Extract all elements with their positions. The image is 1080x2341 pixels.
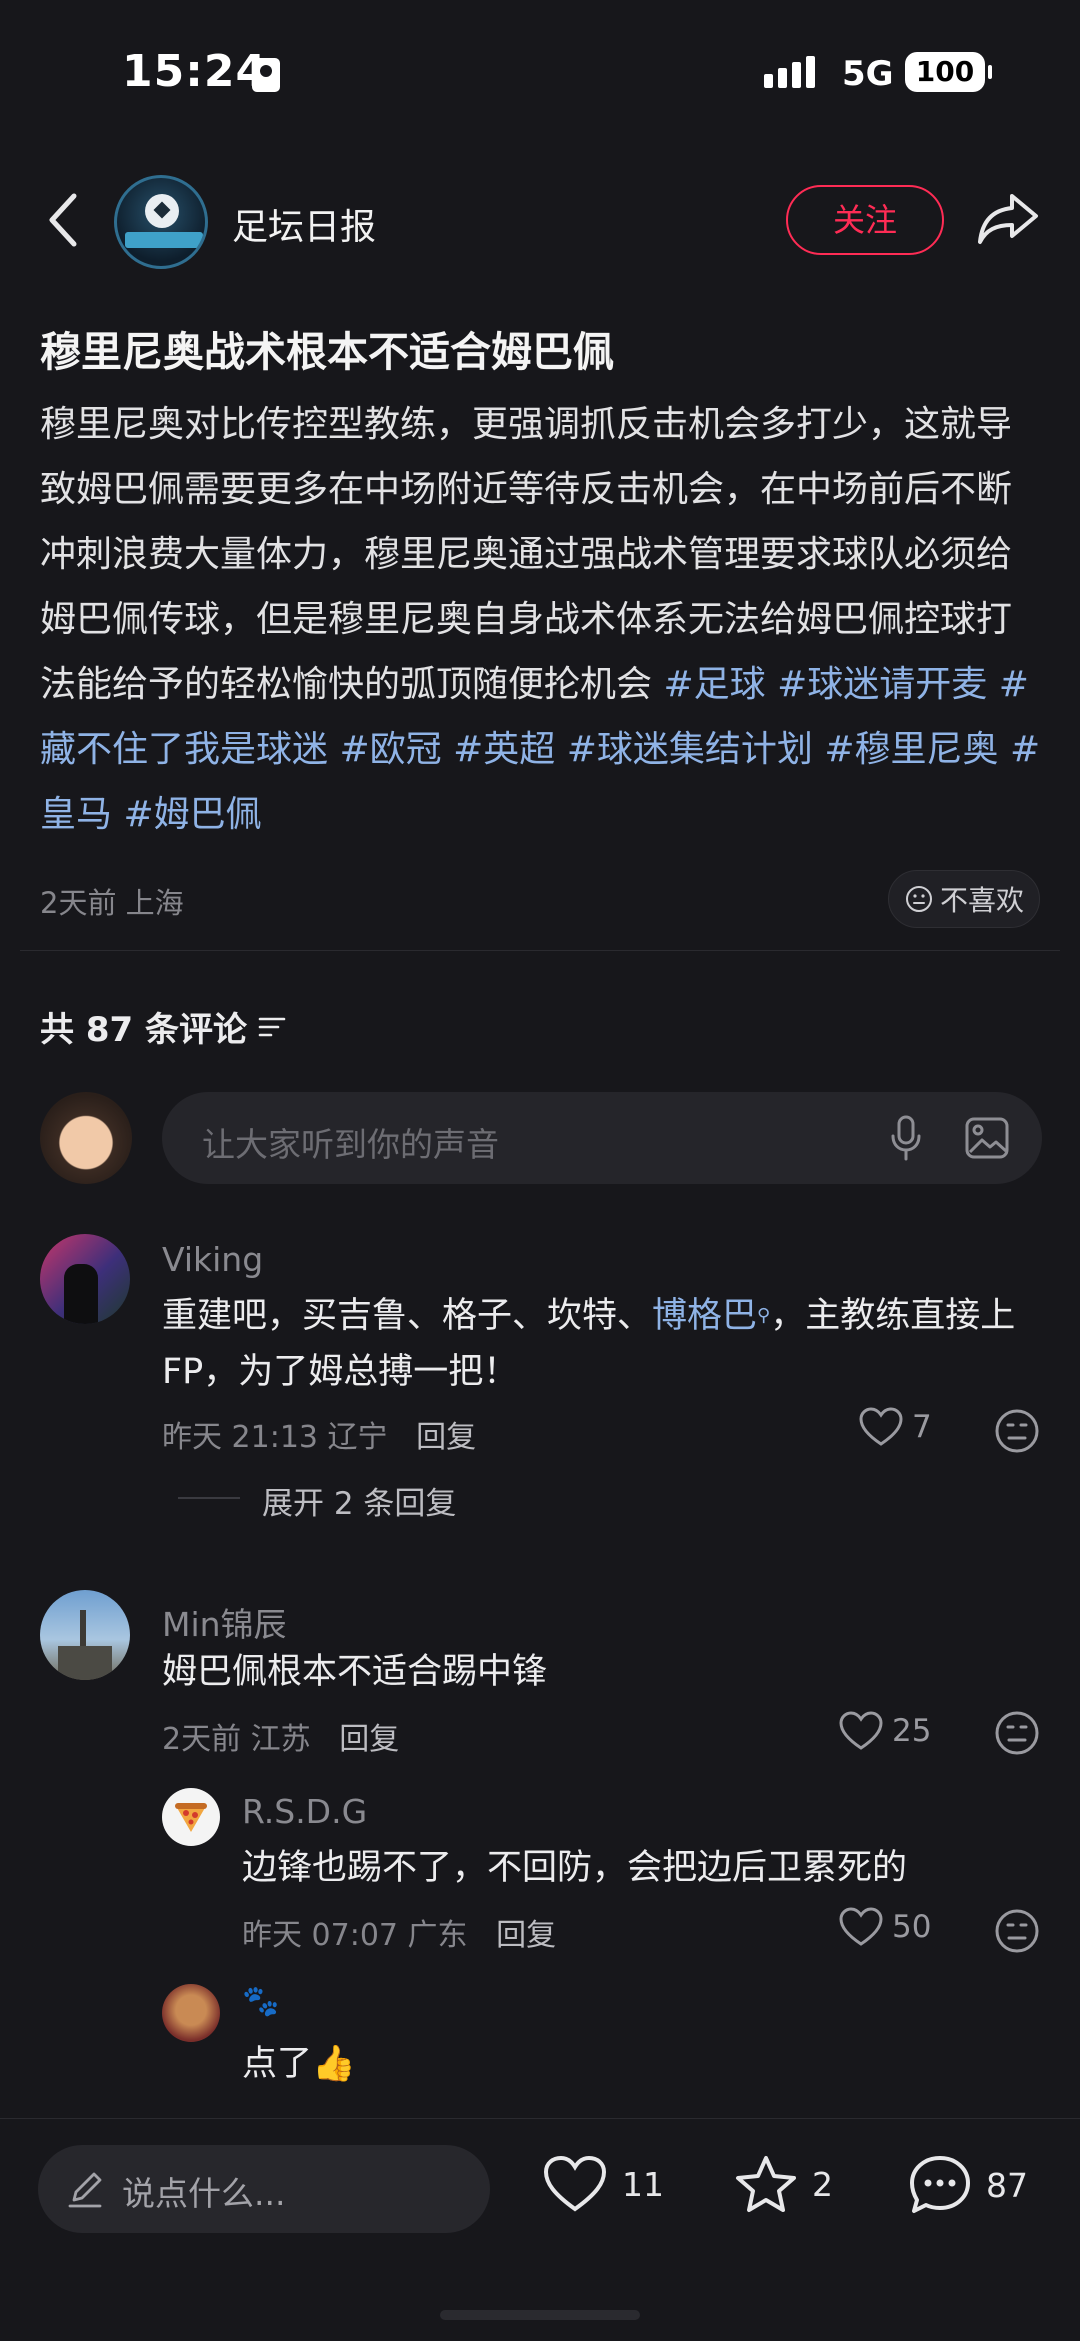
- like-count: 25: [892, 1713, 932, 1749]
- comment-username[interactable]: Viking: [162, 1240, 263, 1279]
- divider: [20, 950, 1060, 951]
- avatar[interactable]: [162, 1984, 220, 2042]
- pencil-icon: [68, 2172, 102, 2208]
- author-avatar[interactable]: [114, 175, 208, 269]
- post-like-count: 11: [622, 2164, 664, 2204]
- like-button[interactable]: 7: [858, 1406, 932, 1448]
- signal-icon: [764, 56, 815, 88]
- id-card-icon: [252, 58, 280, 92]
- star-icon: [736, 2156, 796, 2212]
- microphone-icon[interactable]: [888, 1114, 924, 1162]
- hashtag-link[interactable]: #姆巴佩: [123, 794, 261, 835]
- pizza-icon: [175, 1803, 207, 1832]
- comment-count-label: 共 87 条评论: [40, 1010, 247, 1050]
- my-avatar: [40, 1092, 132, 1184]
- comment-bubble-icon: [910, 2156, 970, 2213]
- comment-meta: 2天前 江苏 回复: [162, 1722, 400, 1757]
- like-button[interactable]: 50: [838, 1906, 931, 1948]
- comment-meta: 昨天 07:07 广东 回复: [242, 1918, 557, 1953]
- comment-username[interactable]: R.S.D.G: [242, 1792, 367, 1831]
- dislike-face-icon[interactable]: [994, 1908, 1040, 1954]
- reply-button[interactable]: 回复: [416, 1420, 476, 1455]
- hashtag-link[interactable]: #穆里尼奥: [824, 729, 998, 770]
- like-button[interactable]: 25: [838, 1710, 931, 1752]
- dislike-button[interactable]: 不喜欢: [888, 870, 1040, 928]
- comment-text: 重建吧，买吉鲁、格子、坎特、博格巴⚲，主教练直接上FP，为了姆总搏一把！: [162, 1296, 1016, 1392]
- soccer-ball-icon: [145, 194, 179, 228]
- back-icon[interactable]: [44, 190, 84, 250]
- post-title: 穆里尼奥战术根本不适合姆巴佩: [40, 328, 614, 376]
- comment-text: 边锋也踢不了，不回防，会把边后卫累死的: [242, 1848, 908, 1888]
- expand-divider: [178, 1497, 240, 1499]
- heart-icon: [543, 2155, 607, 2212]
- expand-replies-button[interactable]: 展开 2 条回复: [262, 1478, 456, 1523]
- hashtag-link[interactable]: #球迷集结计划: [567, 729, 813, 770]
- heart-icon: [839, 1907, 883, 1946]
- reply-button[interactable]: 回复: [339, 1722, 399, 1757]
- reply-button[interactable]: 回复: [496, 1918, 556, 1953]
- hashtag-link[interactable]: #欧冠: [339, 729, 441, 770]
- share-icon[interactable]: [976, 188, 1040, 248]
- heart-icon: [839, 1711, 883, 1750]
- comment-input-placeholder: 让大家听到你的声音: [202, 1125, 499, 1164]
- author-name[interactable]: 足坛日报: [232, 198, 376, 250]
- post-text: 穆里尼奥对比传控型教练，更强调抓反击机会多打少，这就导致姆巴佩需要更多在中场附近…: [40, 404, 1013, 705]
- follow-button[interactable]: 关注: [786, 185, 944, 255]
- post-body: 穆里尼奥对比传控型教练，更强调抓反击机会多打少，这就导致姆巴佩需要更多在中场附近…: [40, 392, 1044, 847]
- favorite-post-button[interactable]: 2: [734, 2154, 833, 2214]
- status-time: 15:24: [122, 46, 268, 97]
- search-link[interactable]: 博格巴: [652, 1296, 757, 1336]
- like-count: 7: [912, 1409, 932, 1445]
- avatar[interactable]: [40, 1234, 130, 1324]
- dislike-face-icon[interactable]: [994, 1710, 1040, 1756]
- say-something-placeholder: 说点什么...: [122, 2174, 286, 2213]
- dislike-face-icon[interactable]: [994, 1408, 1040, 1454]
- post-meta: 2天前 上海: [40, 886, 184, 920]
- comment-count[interactable]: 共 87 条评论: [40, 1002, 287, 1051]
- search-small-icon[interactable]: ⚲: [757, 1305, 770, 1326]
- post-comment-count: 87: [986, 2165, 1028, 2205]
- comment-username[interactable]: Min锦辰: [162, 1598, 287, 1646]
- home-indicator: [440, 2310, 640, 2320]
- post-favorite-count: 2: [812, 2164, 833, 2204]
- avatar[interactable]: [162, 1788, 220, 1846]
- avatar[interactable]: [40, 1590, 130, 1680]
- dislike-label: 不喜欢: [939, 884, 1024, 917]
- meh-face-icon: [905, 886, 932, 912]
- comment-text: 姆巴佩根本不适合踢中锋: [162, 1652, 548, 1692]
- comment-text: 点了👍: [242, 2044, 356, 2084]
- sort-filter-icon: [258, 1017, 286, 1036]
- hashtag-link[interactable]: #足球: [663, 664, 765, 705]
- battery-indicator: 100: [905, 52, 992, 92]
- comment-username[interactable]: 🐾: [242, 1984, 279, 2019]
- heart-icon: [859, 1407, 903, 1446]
- hashtag-link[interactable]: #英超: [453, 729, 555, 770]
- hashtag-link[interactable]: #球迷请开麦: [777, 664, 987, 705]
- comment-meta: 昨天 21:13 辽宁 回复: [162, 1420, 477, 1455]
- comment-post-button[interactable]: 87: [908, 2154, 1028, 2216]
- image-icon[interactable]: [964, 1116, 1010, 1160]
- like-count: 50: [892, 1909, 932, 1945]
- like-post-button[interactable]: 11: [542, 2154, 664, 2214]
- network-type: 5G: [842, 54, 894, 94]
